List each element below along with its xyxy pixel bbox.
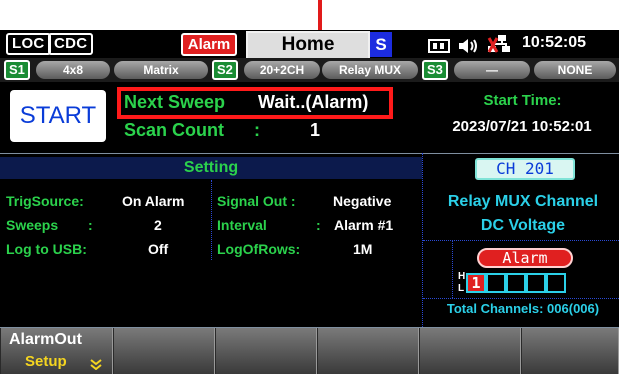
signal-out-label: Signal Out : bbox=[217, 193, 296, 209]
sweeps-separator: : bbox=[88, 217, 93, 233]
status-icons bbox=[428, 34, 515, 58]
slot-3-id: S3 bbox=[422, 60, 448, 80]
channel-cell bbox=[486, 273, 506, 293]
tab-home[interactable]: Home bbox=[246, 31, 370, 58]
log-of-rows-value: 1M bbox=[353, 241, 373, 257]
divider bbox=[0, 153, 619, 154]
total-channels: Total Channels: 006(006) bbox=[446, 301, 600, 316]
status-bar: LOC CDC Alarm Home S 10:52:05 bbox=[0, 30, 619, 58]
slot-1-label: 4x8 bbox=[36, 61, 110, 79]
slot-3-type: NONE bbox=[534, 61, 616, 79]
softkey-4[interactable] bbox=[317, 328, 419, 374]
interval-separator: : bbox=[316, 217, 321, 233]
slot-2-id: S2 bbox=[212, 60, 238, 80]
sweeps-label: Sweeps bbox=[6, 217, 59, 233]
interval-label: Interval bbox=[217, 217, 267, 233]
speaker-icon bbox=[457, 38, 479, 58]
channel-badge: CH 201 bbox=[475, 158, 575, 180]
slot-2-type: Relay MUX bbox=[322, 61, 418, 79]
usb-icon bbox=[428, 38, 450, 58]
setting-header: Setting bbox=[0, 157, 422, 179]
setting-divider bbox=[211, 180, 212, 260]
slot-1-id: S1 bbox=[4, 60, 30, 80]
interval-value: Alarm #1 bbox=[334, 217, 394, 233]
cdc-indicator: CDC bbox=[48, 33, 94, 55]
scan-count-separator: : bbox=[254, 120, 260, 140]
softkey-sub: Setup bbox=[25, 353, 67, 370]
softkey-6[interactable] bbox=[521, 328, 619, 374]
high-limit-label: H bbox=[458, 271, 466, 282]
next-sweep-label: Next Sweep bbox=[124, 92, 226, 112]
channel-alarm-badge: Alarm bbox=[477, 248, 573, 268]
alarm-indicator: Alarm bbox=[181, 33, 237, 56]
channel-type: Relay MUX Channel bbox=[447, 193, 599, 210]
channel-cell bbox=[546, 273, 566, 293]
signal-out-value: Negative bbox=[333, 193, 392, 209]
log-usb-label: Log to USB: bbox=[6, 241, 87, 257]
loc-indicator: LOC bbox=[6, 33, 51, 55]
start-time-value: 2023/07/21 10:52:01 bbox=[452, 118, 592, 135]
clock: 10:52:05 bbox=[522, 34, 587, 51]
low-limit-label: L bbox=[458, 283, 465, 294]
callout-pointer bbox=[318, 0, 322, 30]
softkey-alarmout-setup[interactable]: AlarmOut Setup bbox=[0, 328, 113, 374]
channel-cell-1: 1 bbox=[466, 273, 486, 293]
channel-divider bbox=[423, 298, 619, 299]
log-of-rows-label: LogOfRows: bbox=[217, 241, 301, 257]
slot-bar: S1 4x8 Matrix S2 20+2CH Relay MUX S3 — N… bbox=[0, 58, 619, 82]
start-button[interactable]: START bbox=[10, 90, 106, 142]
chevron-down-icon bbox=[90, 357, 102, 374]
channel-cell bbox=[506, 273, 526, 293]
trig-source-label: TrigSource: bbox=[6, 193, 84, 209]
start-time-label: Start Time: bbox=[483, 92, 562, 109]
softkey-2[interactable] bbox=[113, 328, 215, 374]
s-indicator: S bbox=[370, 32, 392, 57]
log-usb-value: Off bbox=[148, 241, 169, 257]
scan-count-label: Scan Count bbox=[124, 120, 225, 140]
network-disconnected-icon bbox=[486, 34, 512, 58]
slot-3-label: — bbox=[454, 61, 530, 79]
trig-source-value: On Alarm bbox=[122, 193, 185, 209]
slot-2-label: 20+2CH bbox=[244, 61, 320, 79]
sweeps-value: 2 bbox=[154, 217, 162, 233]
slot-1-type: Matrix bbox=[114, 61, 208, 79]
next-sweep-value: Wait..(Alarm) bbox=[258, 92, 369, 112]
channel-cell bbox=[526, 273, 546, 293]
softkey-5[interactable] bbox=[419, 328, 521, 374]
softkey-3[interactable] bbox=[215, 328, 317, 374]
softkey-title: AlarmOut bbox=[9, 331, 82, 348]
softkey-bar: AlarmOut Setup bbox=[0, 328, 619, 374]
instrument-screen: LOC CDC Alarm Home S 10:52:05 S1 4x8 Mat… bbox=[0, 30, 619, 374]
channel-left-divider bbox=[452, 240, 453, 298]
channel-function: DC Voltage bbox=[480, 217, 566, 234]
scan-count-value: 1 bbox=[310, 120, 321, 140]
